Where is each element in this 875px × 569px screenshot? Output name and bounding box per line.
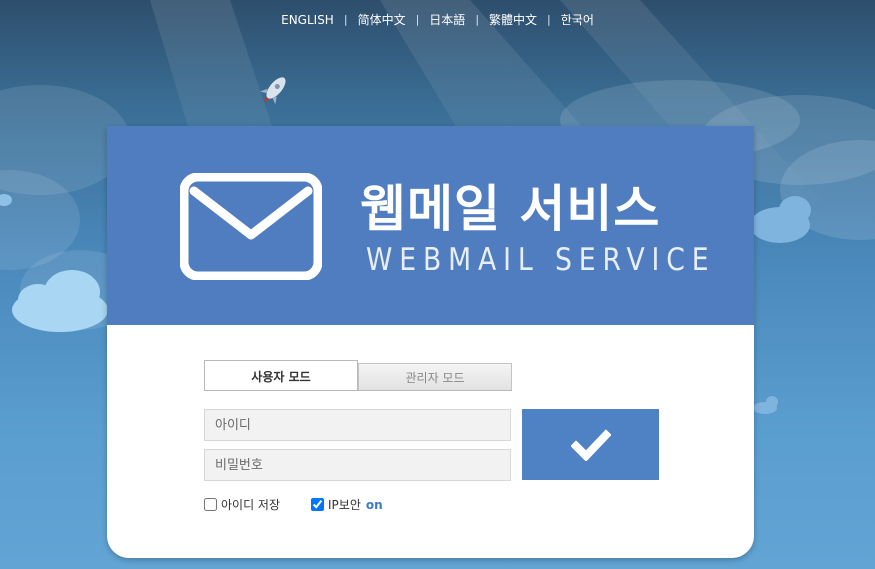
lang-simplified-chinese-link[interactable]: 简体中文: [356, 11, 408, 28]
checkmark-icon: [570, 428, 611, 461]
lang-separator: |: [415, 13, 420, 26]
envelope-icon: [180, 173, 322, 280]
lang-separator: |: [547, 13, 551, 26]
service-title-english: WEBMAIL SERVICE: [366, 242, 716, 278]
password-input[interactable]: [204, 449, 511, 481]
mode-tabs: 사용자 모드 관리자 모드: [204, 360, 514, 391]
save-id-checkbox[interactable]: [204, 498, 217, 511]
login-card: 웹메일 서비스 WEBMAIL SERVICE 사용자 모드 관리자 모드 아이…: [107, 126, 754, 558]
tab-user-mode[interactable]: 사용자 모드: [204, 360, 358, 391]
save-id-label: 아이디 저장: [221, 498, 281, 512]
login-submit-button[interactable]: [522, 409, 659, 480]
tab-admin-mode[interactable]: 관리자 모드: [358, 363, 512, 391]
service-title-korean: 웹메일 서비스: [360, 180, 661, 238]
lang-separator: |: [343, 13, 348, 26]
lang-korean-link[interactable]: 한국어: [559, 11, 596, 28]
lang-english-link[interactable]: ENGLISH: [279, 13, 336, 27]
language-bar: ENGLISH | 简体中文 | 日本語 | 繁體中文 | 한국어: [0, 11, 875, 28]
lang-separator: |: [475, 13, 480, 26]
ip-security-state: on: [365, 497, 383, 512]
ip-security-option: IP보안 on: [311, 496, 383, 513]
save-id-option: 아이디 저장: [204, 496, 280, 513]
lang-traditional-chinese-link[interactable]: 繁體中文: [487, 11, 539, 28]
lang-japanese-link[interactable]: 日本語: [427, 11, 467, 28]
ip-security-label: IP보안: [328, 498, 361, 512]
user-id-input[interactable]: [204, 409, 511, 441]
ip-security-checkbox[interactable]: [311, 498, 324, 511]
card-header: 웹메일 서비스 WEBMAIL SERVICE: [107, 126, 754, 325]
tab-divider: [204, 390, 512, 391]
